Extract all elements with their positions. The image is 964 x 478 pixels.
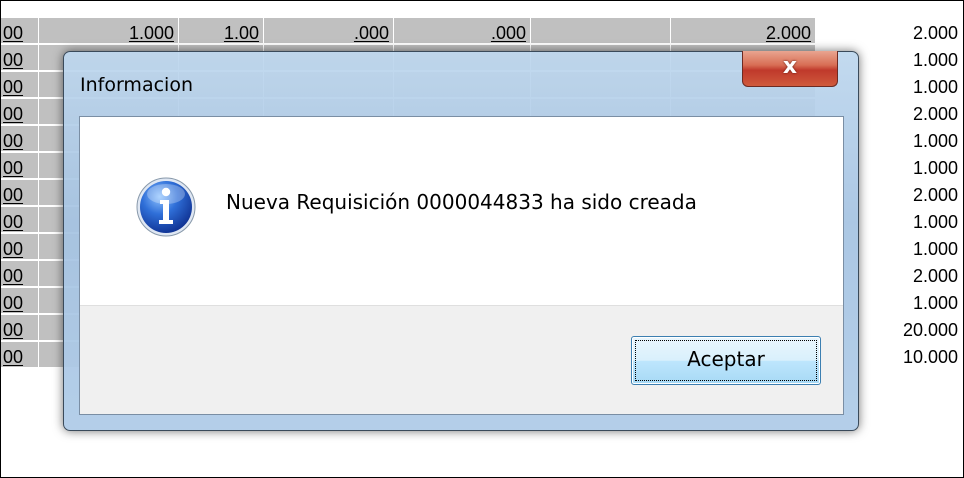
table-cell[interactable]: 00 (1, 288, 39, 314)
table-cell[interactable]: 1.000 (39, 18, 179, 44)
table-cell[interactable]: 1.00 (179, 18, 264, 44)
close-icon: x (782, 54, 798, 79)
table-cell[interactable]: 00 (1, 180, 39, 206)
accept-button-label: Aceptar (687, 347, 765, 371)
table-cell[interactable]: 00 (1, 153, 39, 179)
dialog-title: Informacion (80, 74, 193, 96)
info-dialog: Informacion x Nueva Requisición 00000448… (63, 51, 859, 431)
table-cell[interactable]: 00 (1, 315, 39, 341)
table-cell[interactable]: 00 (1, 72, 39, 98)
table-row: 00 1.000 1.00.000.000 2.000 2.000 (1, 18, 963, 45)
table-cell[interactable]: 00 (1, 45, 39, 71)
close-button[interactable]: x (742, 51, 838, 87)
dialog-message: Nueva Requisición 0000044833 ha sido cre… (226, 190, 697, 214)
table-cell[interactable]: 00 (1, 342, 39, 368)
button-area: Aceptar (80, 305, 843, 414)
screen-frame: 00 1.000 1.00.000.000 2.000 2.000 00 1.000 00 1.… (0, 0, 964, 478)
table-cell[interactable] (531, 18, 671, 44)
message-area: Nueva Requisición 0000044833 ha sido cre… (80, 117, 843, 305)
table-cell[interactable]: .000 (394, 18, 531, 44)
dialog-body: Nueva Requisición 0000044833 ha sido cre… (79, 116, 844, 415)
accept-button[interactable]: Aceptar (631, 336, 821, 385)
table-cell[interactable]: 2.000 (671, 18, 816, 44)
table-cell[interactable]: 00 (1, 18, 39, 44)
table-cell[interactable]: 00 (1, 261, 39, 287)
table-cell[interactable]: 00 (1, 126, 39, 152)
table-cell[interactable]: .000 (264, 18, 394, 44)
table-cell[interactable]: 00 (1, 207, 39, 233)
information-icon (136, 177, 196, 237)
table-cell[interactable]: 00 (1, 234, 39, 260)
table-cell[interactable]: 2.000 (816, 18, 963, 44)
table-cell[interactable]: 00 (1, 99, 39, 125)
